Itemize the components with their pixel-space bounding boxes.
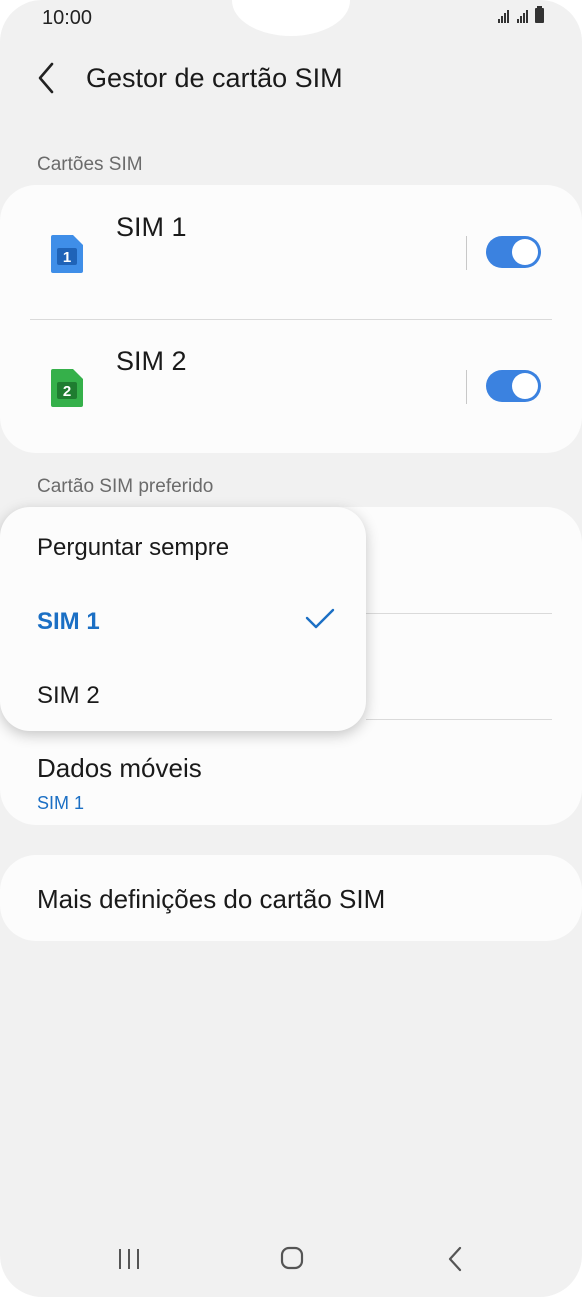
option-ask-always[interactable]: Perguntar sempre: [37, 534, 229, 562]
camera-notch: [232, 0, 350, 36]
sim-cards-card: 1 SIM 1 2 SIM 2: [0, 185, 582, 453]
app-header: Gestor de cartão SIM: [0, 50, 582, 110]
sim-row-2[interactable]: 2 SIM 2: [0, 319, 582, 453]
more-settings-card[interactable]: Mais definições do cartão SIM: [0, 855, 582, 941]
svg-text:1: 1: [63, 249, 71, 266]
back-icon[interactable]: [444, 1246, 466, 1272]
sim-name-1: SIM 1: [116, 212, 187, 242]
sim-select-popup: Perguntar sempre SIM 1 SIM 2: [0, 507, 366, 731]
mobile-data-title: Dados móveis: [37, 753, 202, 783]
home-icon[interactable]: [280, 1246, 304, 1270]
signal-2-icon: [517, 9, 528, 23]
status-icons: [498, 6, 544, 23]
page-title: Gestor de cartão SIM: [86, 63, 343, 93]
row-divider: [366, 613, 552, 614]
sim-name-2: SIM 2: [116, 346, 187, 376]
chevron-left-icon: [38, 62, 54, 94]
mobile-data-row[interactable]: Dados móveis SIM 1: [0, 719, 582, 825]
option-sim-2[interactable]: SIM 2: [37, 682, 100, 710]
option-sim-1[interactable]: SIM 1: [37, 608, 100, 636]
vertical-divider: [466, 370, 467, 404]
section-label-sim-cards: Cartões SIM: [37, 154, 143, 175]
battery-icon: [535, 6, 544, 23]
more-settings-label: Mais definições do cartão SIM: [37, 884, 386, 914]
phone-screen: 10:00 Gestor de cartão SIM Cartões SIM 1…: [0, 0, 582, 1297]
section-label-preferred: Cartão SIM preferido: [37, 476, 214, 497]
checkmark-icon: [305, 608, 335, 629]
signal-1-icon: [498, 9, 509, 23]
navigation-bar: [0, 1222, 582, 1297]
svg-text:2: 2: [63, 383, 71, 400]
status-time: 10:00: [42, 7, 93, 29]
back-button[interactable]: [32, 60, 64, 96]
recent-apps-icon[interactable]: [117, 1248, 141, 1270]
toggle-knob: [512, 239, 538, 265]
sim-row-1[interactable]: 1 SIM 1: [0, 185, 582, 319]
sim-1-toggle[interactable]: [486, 236, 541, 268]
toggle-knob: [512, 373, 538, 399]
sim-card-2-icon: 2: [51, 369, 83, 407]
sim-2-toggle[interactable]: [486, 370, 541, 402]
sim-card-1-icon: 1: [51, 235, 83, 273]
vertical-divider: [466, 236, 467, 270]
mobile-data-value: SIM 1: [37, 793, 85, 813]
